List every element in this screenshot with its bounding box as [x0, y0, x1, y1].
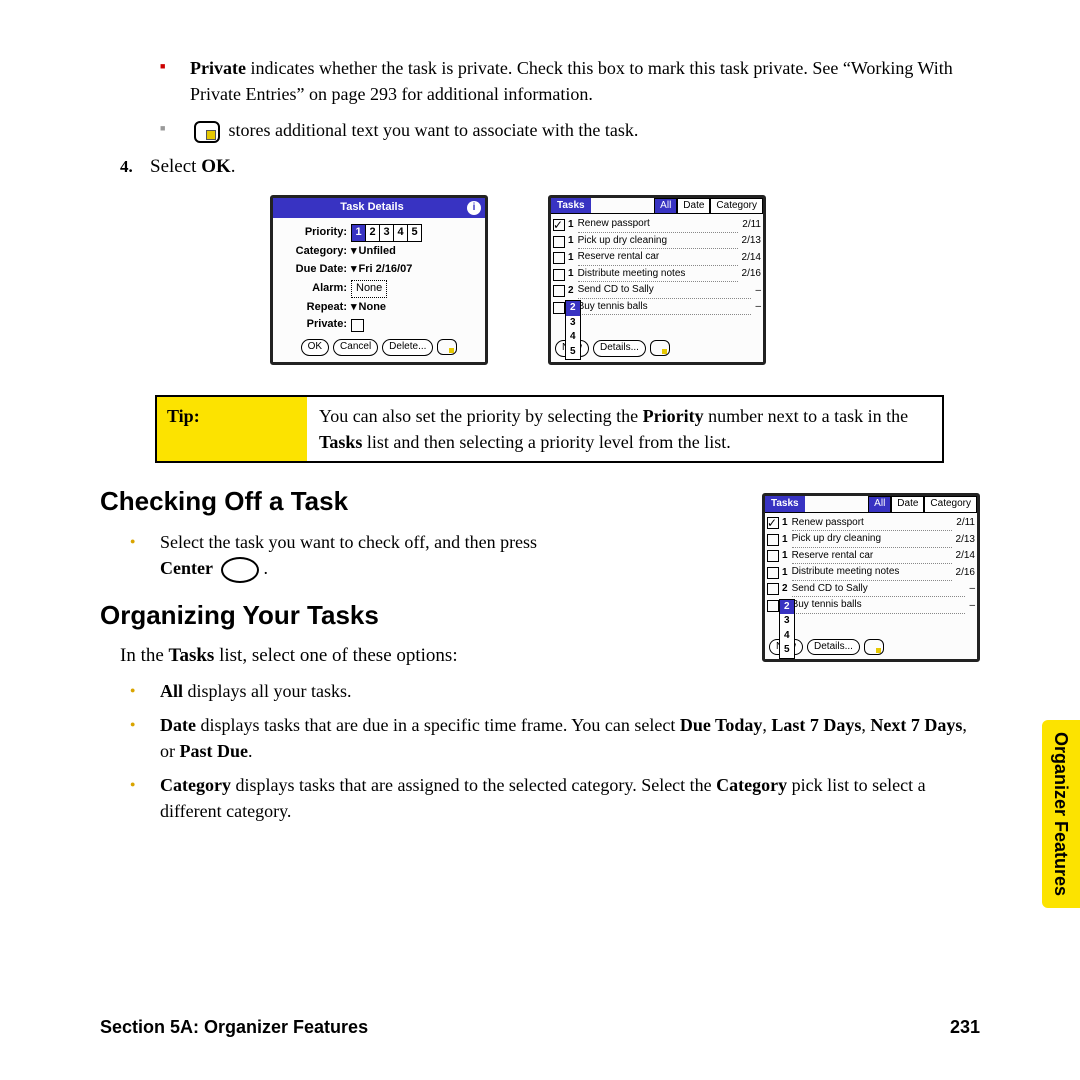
sub-bullets-note: stores additional text you want to assoc…	[100, 117, 980, 143]
sub-bullets-top: Private indicates whether the task is pr…	[100, 55, 980, 107]
private-checkbox	[351, 319, 364, 332]
step-text: Select OK.	[150, 153, 236, 181]
task-details-screenshot: Task Details i Priority: 1 2 3 4 5 Categ…	[270, 195, 488, 365]
task-row: 1Pick up dry cleaning2/13	[553, 234, 761, 250]
priority-popup: 2 3 4 5	[565, 300, 581, 360]
priority-selector: 1 2 3 4 5	[351, 224, 422, 242]
note-icon	[864, 639, 884, 655]
priority-popup: 2 3 4 5	[779, 599, 795, 659]
tasks-list-screenshot: Tasks All Date Category 1Renew passport2…	[548, 195, 766, 365]
task-row: 2Send CD to Sally–	[553, 283, 761, 299]
side-tab: Organizer Features	[1042, 720, 1080, 908]
cancel-button: Cancel	[333, 339, 378, 356]
step-4: 4. Select OK.	[120, 153, 980, 181]
task-row: 1Reserve rental car2/14	[553, 250, 761, 266]
task-row: 1Distribute meeting notes2/16	[553, 267, 761, 283]
task-row: 1Buy tennis balls–	[553, 300, 761, 316]
task-row: 2Send CD to Sally–	[767, 582, 975, 598]
info-icon: i	[467, 201, 481, 215]
tip-text: You can also set the priority by selecti…	[307, 397, 942, 461]
delete-button: Delete...	[382, 339, 433, 356]
bullet-note: stores additional text you want to assoc…	[160, 117, 980, 143]
task-row: 1Renew passport2/11	[553, 217, 761, 233]
note-icon	[437, 339, 457, 355]
td-title: Task Details	[277, 200, 467, 216]
note-text: stores additional text you want to assoc…	[224, 120, 638, 140]
page-footer: Section 5A: Organizer Features 231	[100, 1014, 980, 1040]
bullet-private: Private indicates whether the task is pr…	[160, 55, 980, 107]
details-button: Details...	[593, 340, 646, 357]
check-bullets: Select the task you want to check off, a…	[100, 529, 980, 583]
step-number: 4.	[120, 155, 150, 180]
tip-label: Tip:	[157, 397, 307, 461]
ok-button: OK	[301, 339, 329, 356]
footer-section: Section 5A: Organizer Features	[100, 1014, 368, 1040]
footer-page: 231	[950, 1014, 980, 1040]
check-bullet: Select the task you want to check off, a…	[130, 529, 980, 583]
private-label: Private	[190, 58, 246, 78]
private-text: indicates whether the task is private. C…	[190, 58, 953, 104]
task-row: 1Buy tennis balls–	[767, 598, 975, 614]
note-icon	[650, 340, 670, 356]
org-bullets: All displays all your tasks. Date displa…	[100, 678, 980, 824]
note-icon	[194, 121, 220, 143]
details-button: Details...	[807, 639, 860, 656]
tip-box: Tip: You can also set the priority by se…	[155, 395, 944, 463]
center-button-icon	[221, 557, 259, 583]
